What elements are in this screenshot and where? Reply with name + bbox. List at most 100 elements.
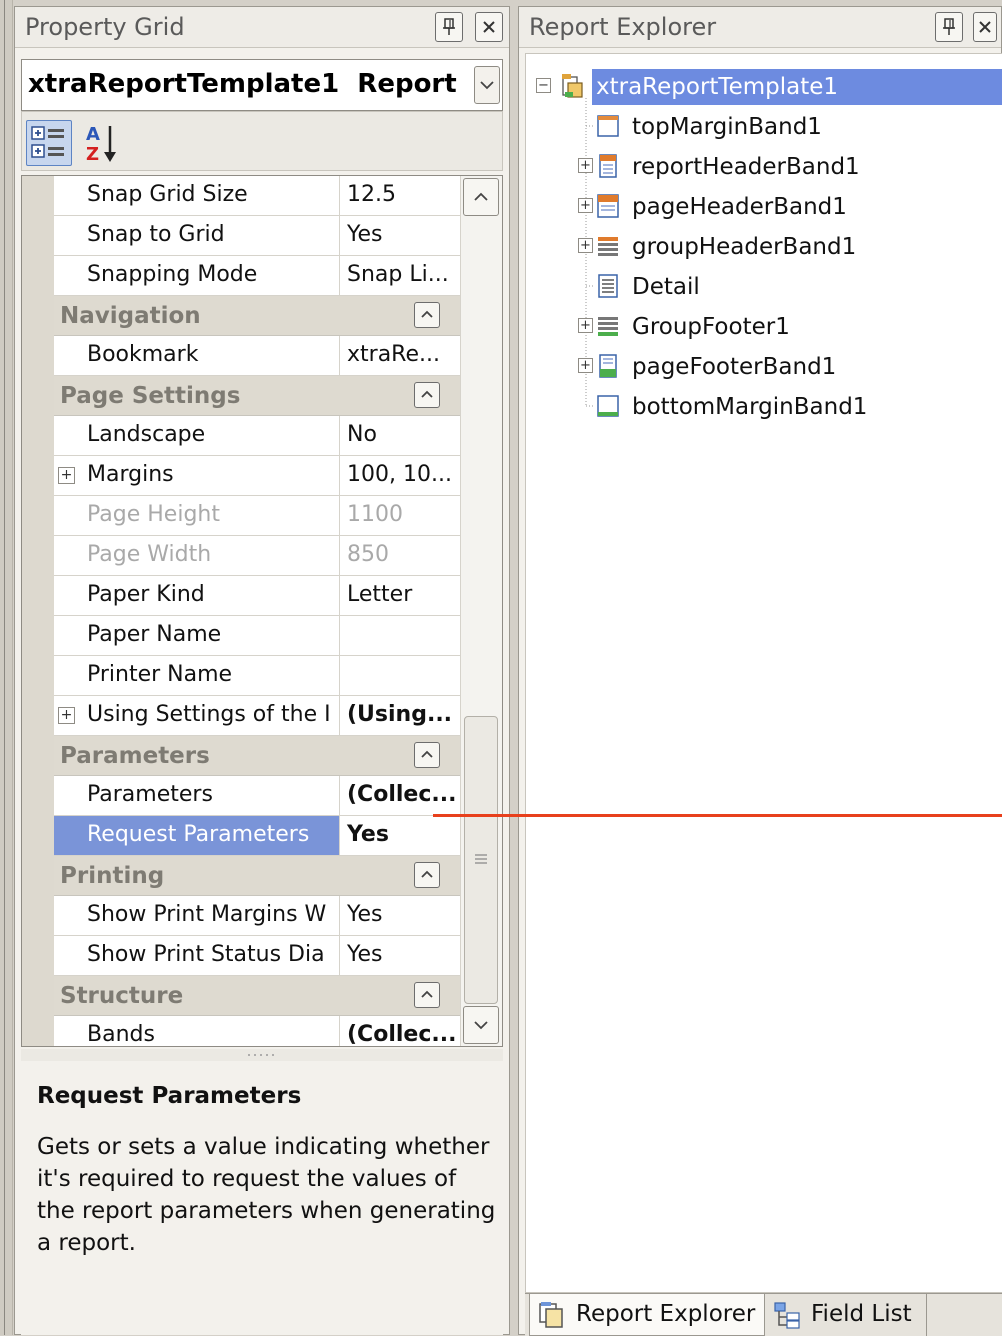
property-row[interactable]: Landscape No <box>54 416 460 456</box>
chevron-up-icon <box>421 990 433 998</box>
object-selector-text: xtraReportTemplate1 Report <box>28 69 457 99</box>
property-name: Snapping Mode <box>54 256 340 295</box>
scroll-up-button[interactable] <box>463 178 499 216</box>
category-structure[interactable]: Structure <box>54 976 460 1016</box>
property-row[interactable]: Using Settings of the I + (Using... <box>54 696 460 736</box>
property-row[interactable]: Bands (Collec... <box>54 1016 460 1047</box>
property-name-text: Snapping Mode <box>87 262 258 287</box>
top-margin-band-icon <box>596 113 619 139</box>
close-icon <box>979 21 991 33</box>
property-grid-title: Property Grid <box>25 13 185 41</box>
object-selector[interactable]: xtraReportTemplate1 Report <box>21 59 503 111</box>
property-row[interactable]: Parameters (Collec... <box>54 776 460 816</box>
property-name-text: Snap to Grid <box>87 222 225 247</box>
expand-icon[interactable]: + <box>58 467 75 484</box>
category-collapse-button[interactable] <box>414 862 440 888</box>
grip-icon <box>475 854 487 864</box>
property-row[interactable]: Paper Kind Letter <box>54 576 460 616</box>
tree-node[interactable]: reportHeaderBand1 <box>632 149 860 185</box>
tab-field-list[interactable]: Field List <box>767 1294 927 1336</box>
property-value[interactable]: Yes <box>340 896 460 935</box>
expand-icon[interactable]: + <box>578 358 593 373</box>
property-value[interactable]: (Collec... <box>340 776 460 815</box>
expand-icon[interactable]: + <box>578 198 593 213</box>
categorized-view-button[interactable] <box>26 120 72 166</box>
category-collapse-button[interactable] <box>414 742 440 768</box>
tree-node[interactable]: GroupFooter1 <box>632 309 790 345</box>
property-row[interactable]: Show Print Margins W Yes <box>54 896 460 936</box>
expand-icon[interactable]: + <box>578 158 593 173</box>
property-value[interactable]: Yes <box>340 816 460 855</box>
property-row[interactable]: Printer Name <box>54 656 460 696</box>
property-value[interactable]: xtraRe... <box>340 336 460 375</box>
category-collapse-button[interactable] <box>414 382 440 408</box>
property-value[interactable] <box>340 616 460 655</box>
close-button[interactable] <box>973 12 997 42</box>
vertical-scrollbar[interactable] <box>460 176 502 1046</box>
tree-node[interactable]: xtraReportTemplate1 <box>592 69 1002 105</box>
property-row[interactable]: Page Height 1100 <box>54 496 460 536</box>
property-value[interactable]: Snap Li... <box>340 256 460 295</box>
alphabetical-view-button[interactable]: A Z <box>82 120 128 166</box>
property-row[interactable]: Snap Grid Size 12.5 <box>54 176 460 216</box>
property-row[interactable]: Snapping Mode Snap Li... <box>54 256 460 296</box>
pin-button[interactable] <box>935 12 963 42</box>
property-value[interactable]: 12.5 <box>340 176 460 215</box>
property-value[interactable]: (Collec... <box>340 1016 460 1046</box>
description-splitter[interactable] <box>21 1049 503 1061</box>
collapse-icon[interactable]: − <box>536 78 551 93</box>
scroll-thumb[interactable] <box>464 716 498 1004</box>
property-value[interactable]: Letter <box>340 576 460 615</box>
page-footer-band-icon <box>596 353 618 379</box>
property-row[interactable]: Margins +100, 10... <box>54 456 460 496</box>
tree-node[interactable]: groupHeaderBand1 <box>632 229 856 265</box>
property-row[interactable]: Page Width 850 <box>54 536 460 576</box>
property-name-text: Bands <box>87 1022 155 1047</box>
object-type: Report <box>357 69 457 99</box>
property-value[interactable]: No <box>340 416 460 455</box>
category-label: Structure <box>60 983 184 1009</box>
pin-button[interactable] <box>435 12 463 42</box>
description-body: Gets or sets a value indicating whether … <box>37 1134 496 1256</box>
tree-node[interactable]: bottomMarginBand1 <box>632 389 867 425</box>
close-button[interactable] <box>475 12 503 42</box>
category-collapse-button[interactable] <box>414 982 440 1008</box>
expand-icon[interactable]: + <box>578 238 593 253</box>
categorized-icon <box>31 126 64 158</box>
tree-node[interactable]: Detail <box>632 269 700 305</box>
chevron-down-icon <box>480 81 494 90</box>
property-name-text: Printer Name <box>87 662 233 687</box>
tab-report-explorer[interactable]: Report Explorer <box>529 1294 765 1336</box>
category-collapse-button[interactable] <box>414 302 440 328</box>
property-name-text: Using Settings of the I <box>87 702 331 727</box>
category-label: Navigation <box>60 303 201 329</box>
expand-icon[interactable]: + <box>578 318 593 333</box>
property-row[interactable]: Show Print Status Dia Yes <box>54 936 460 976</box>
property-row[interactable]: Bookmark xtraRe... <box>54 336 460 376</box>
property-value[interactable]: 850 <box>340 536 460 575</box>
property-name: Snap Grid Size <box>54 176 340 215</box>
tree-node[interactable]: pageHeaderBand1 <box>632 189 847 225</box>
category-printing[interactable]: Printing <box>54 856 460 896</box>
property-value[interactable]: (Using... <box>340 696 460 735</box>
property-row[interactable]: Request Parameters Yes <box>54 816 460 856</box>
chevron-up-icon <box>421 310 433 318</box>
property-value[interactable] <box>340 656 460 695</box>
scroll-down-button[interactable] <box>463 1006 499 1044</box>
property-value[interactable]: Yes <box>340 936 460 975</box>
category-navigation[interactable]: Navigation <box>54 296 460 336</box>
tree-node[interactable]: topMarginBand1 <box>632 109 822 145</box>
property-value[interactable]: 1100 <box>340 496 460 535</box>
object-selector-dropdown-button[interactable] <box>474 66 500 104</box>
expand-icon[interactable]: + <box>58 707 75 724</box>
tree-node[interactable]: pageFooterBand1 <box>632 349 836 385</box>
chevron-up-icon <box>421 390 433 398</box>
property-name: Page Height <box>54 496 340 535</box>
property-row[interactable]: Paper Name <box>54 616 460 656</box>
property-value[interactable]: 100, 10... <box>340 456 460 495</box>
property-value[interactable]: Yes <box>340 216 460 255</box>
category-page-settings[interactable]: Page Settings <box>54 376 460 416</box>
property-row[interactable]: Snap to Grid Yes <box>54 216 460 256</box>
category-parameters[interactable]: Parameters <box>54 736 460 776</box>
report-header-band-icon <box>596 153 618 179</box>
